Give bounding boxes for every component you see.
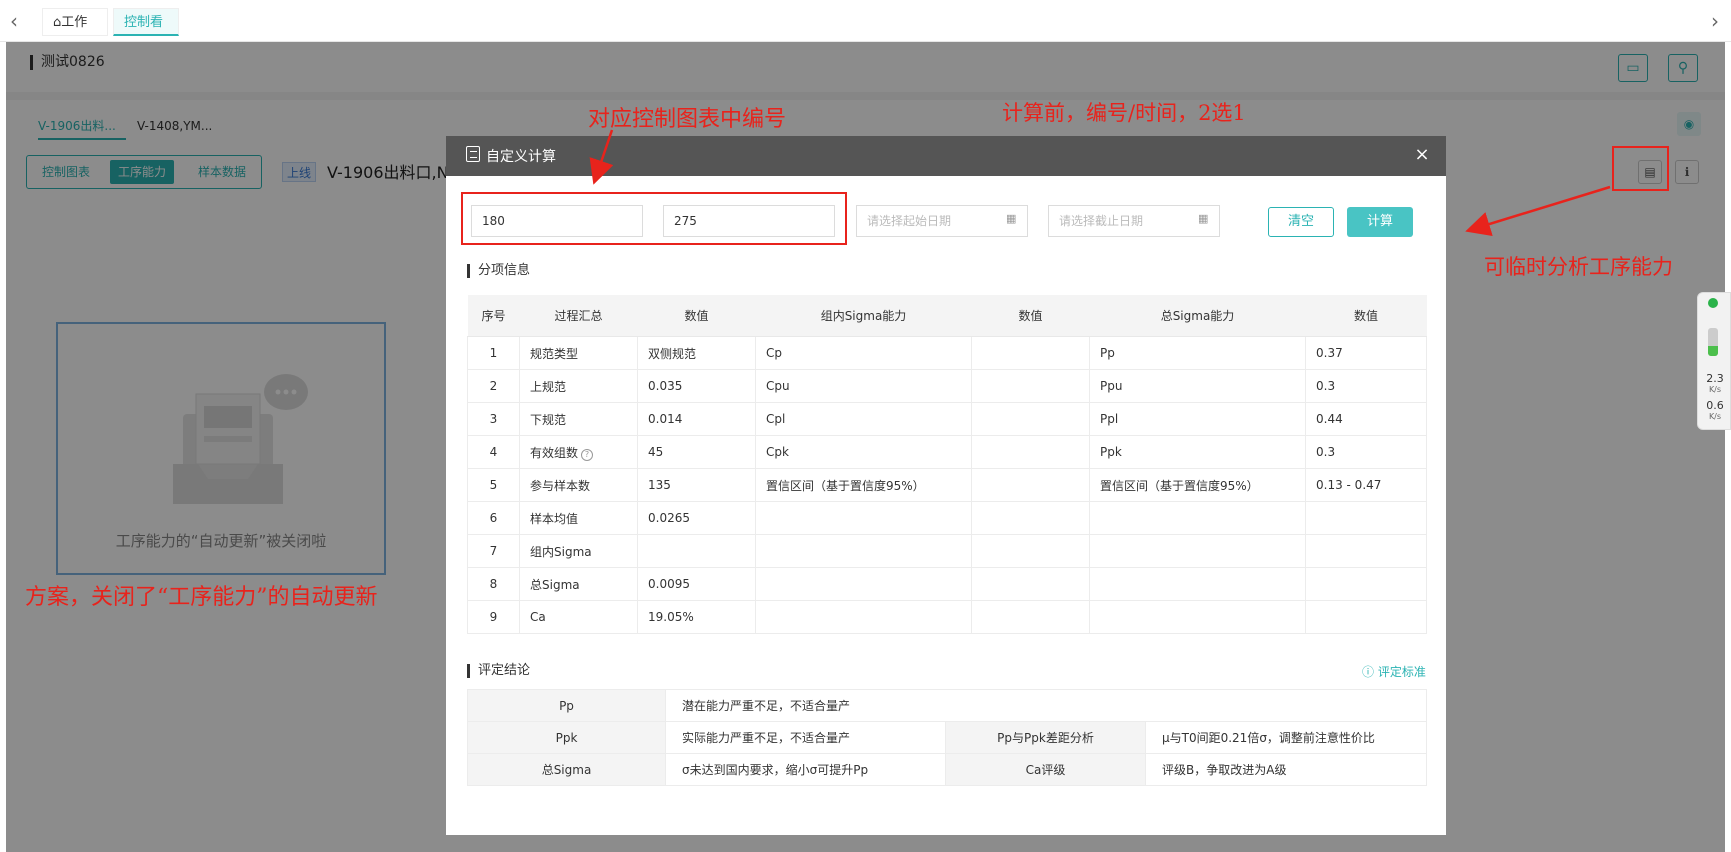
arrow-to-number-inputs xyxy=(589,129,614,185)
arrow-to-calc-button xyxy=(1465,185,1611,237)
annotation-arrows xyxy=(589,129,1611,237)
